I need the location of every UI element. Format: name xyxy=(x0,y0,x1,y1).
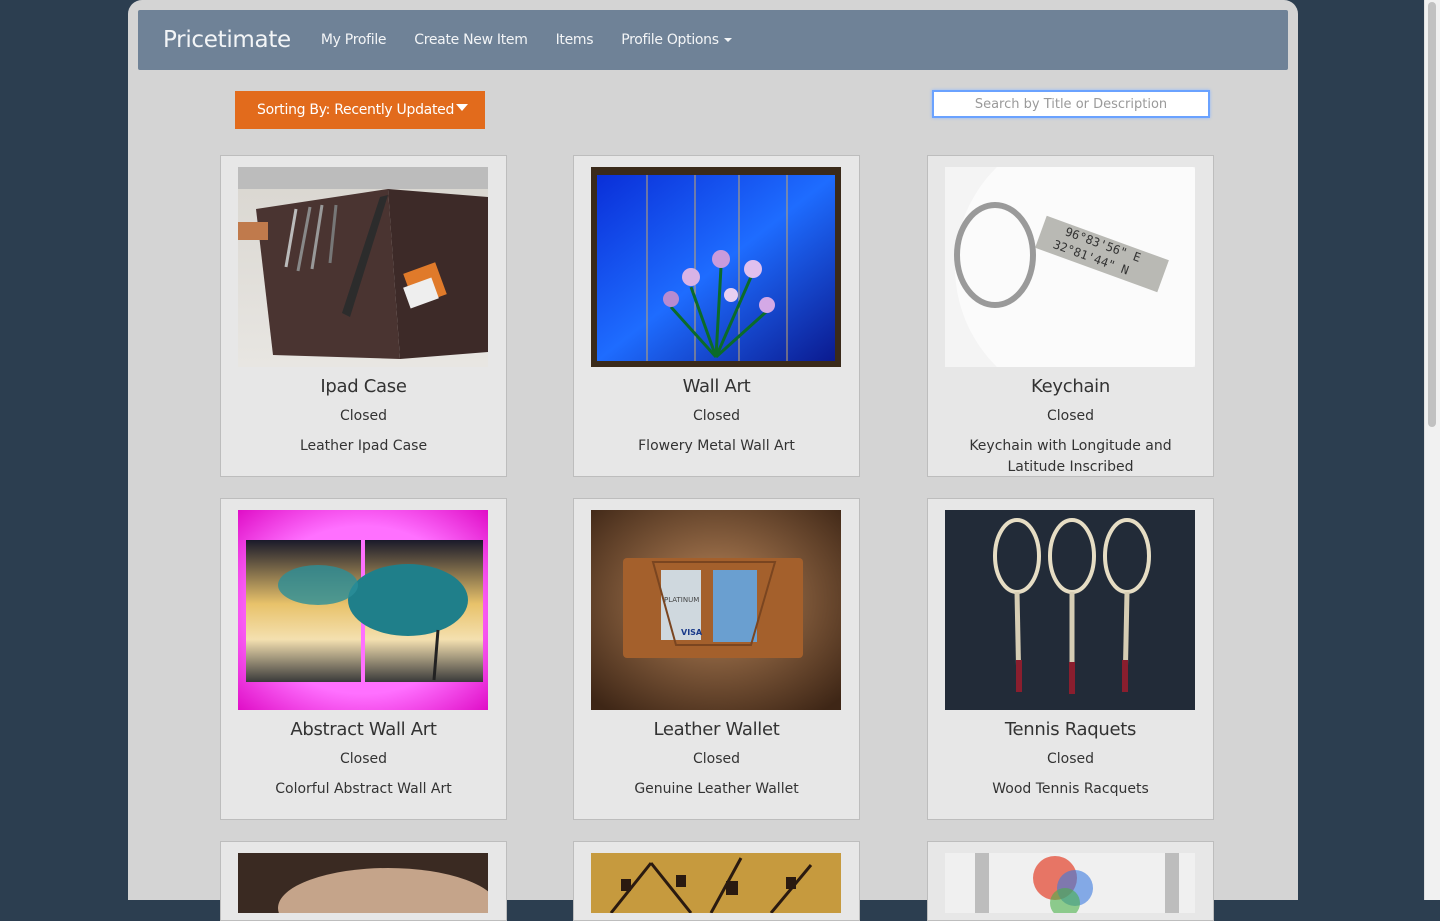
item-card[interactable]: Abstract Wall Art Closed Colorful Abstra… xyxy=(220,498,507,820)
nav-items[interactable]: Items xyxy=(542,32,608,48)
item-title[interactable]: Ipad Case xyxy=(221,376,506,397)
brand-logo[interactable]: Pricetimate xyxy=(163,27,291,53)
item-card[interactable]: Wall Art Closed Flowery Metal Wall Art xyxy=(573,155,860,477)
nav-my-profile[interactable]: My Profile xyxy=(307,32,400,48)
item-status: Closed xyxy=(1046,408,1095,424)
item-card[interactable]: PLATINUM VISA Leather Wallet Closed Genu… xyxy=(573,498,860,820)
item-card[interactable] xyxy=(220,841,507,921)
item-description: Genuine Leather Wallet xyxy=(634,781,799,797)
top-navbar: Pricetimate My Profile Create New Item I… xyxy=(138,10,1288,70)
item-card[interactable] xyxy=(927,841,1214,921)
scrollbar-thumb[interactable] xyxy=(1428,2,1436,427)
profile-options-label: Profile Options xyxy=(621,32,719,48)
item-card[interactable]: Tennis Raquets Closed Wood Tennis Racque… xyxy=(927,498,1214,820)
item-description: Colorful Abstract Wall Art xyxy=(275,781,452,797)
caret-down-icon xyxy=(723,38,732,42)
sort-label: Sorting By: Recently Updated xyxy=(257,102,455,118)
page-scrollbar[interactable] xyxy=(1424,0,1440,900)
search-box xyxy=(932,90,1210,118)
item-card[interactable]: Ipad Case Closed Leather Ipad Case xyxy=(220,155,507,477)
item-image[interactable] xyxy=(945,853,1195,913)
item-description: Flowery Metal Wall Art xyxy=(638,438,795,454)
item-description: Keychain with Longitude and Latitude Ins… xyxy=(969,438,1172,475)
item-status: Closed xyxy=(1046,751,1095,767)
item-status: Closed xyxy=(339,408,388,424)
item-status: Closed xyxy=(692,408,741,424)
item-image[interactable] xyxy=(238,853,488,913)
item-image-ipad-case[interactable] xyxy=(238,167,488,367)
caret-down-icon xyxy=(456,104,468,111)
item-title[interactable]: Abstract Wall Art xyxy=(221,719,506,740)
nav-create-new-item[interactable]: Create New Item xyxy=(400,32,541,48)
page-container: Pricetimate My Profile Create New Item I… xyxy=(128,0,1298,921)
item-image-leather-wallet[interactable]: PLATINUM VISA xyxy=(591,510,841,710)
item-title[interactable]: Keychain xyxy=(928,376,1213,397)
item-title[interactable]: Tennis Raquets xyxy=(928,719,1213,740)
item-image-wall-art[interactable] xyxy=(591,167,841,367)
sort-dropdown-button[interactable]: Sorting By: Recently Updated xyxy=(235,91,485,129)
item-description: Wood Tennis Racquets xyxy=(992,781,1149,797)
item-image-keychain[interactable]: 96°83'56" E 32°81'44" N xyxy=(945,167,1195,367)
item-image-abstract-wall-art[interactable] xyxy=(238,510,488,710)
card-text-platinum: PLATINUM xyxy=(664,596,699,604)
item-image-tennis-raquets[interactable] xyxy=(945,510,1195,710)
card-text-visa: VISA xyxy=(681,628,703,637)
item-card[interactable] xyxy=(573,841,860,921)
item-image[interactable] xyxy=(591,853,841,913)
item-description: Leather Ipad Case xyxy=(299,438,428,454)
nav-profile-options-dropdown[interactable]: Profile Options xyxy=(607,32,746,48)
item-title[interactable]: Wall Art xyxy=(574,376,859,397)
item-card[interactable]: 96°83'56" E 32°81'44" N Keychain Closed … xyxy=(927,155,1214,477)
item-status: Closed xyxy=(692,751,741,767)
item-title[interactable]: Leather Wallet xyxy=(574,719,859,740)
search-input[interactable] xyxy=(934,92,1208,116)
item-status: Closed xyxy=(339,751,388,767)
